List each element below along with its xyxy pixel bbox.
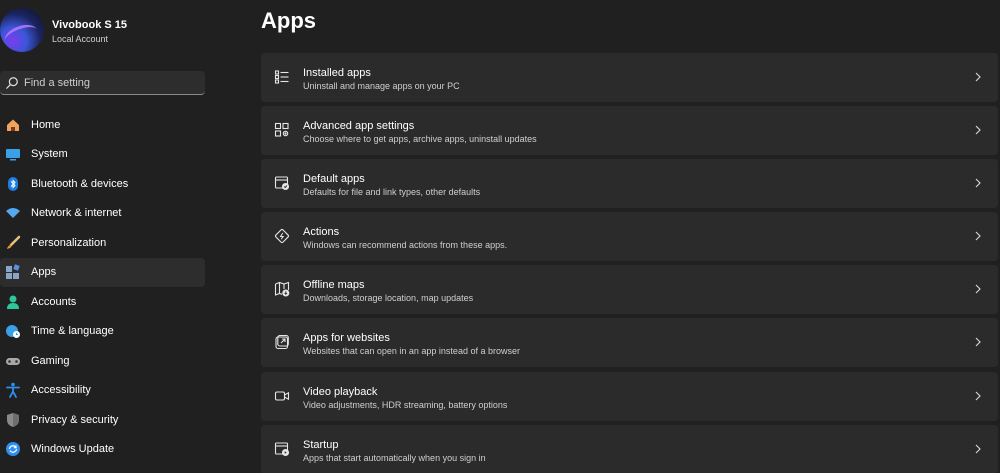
shield-icon — [5, 412, 21, 428]
profile-account-type: Local Account — [52, 34, 109, 44]
card-description: Video adjustments, HDR streaming, batter… — [303, 399, 508, 410]
chevron-right-icon — [975, 284, 981, 294]
card-description: Websites that can open in an app instead… — [303, 346, 520, 357]
sidebar-item-label: Bluetooth & devices — [31, 177, 129, 190]
card-description: Defaults for file and link types, other … — [303, 187, 481, 198]
sidebar-item-bluetooth[interactable]: Bluetooth & devices — [0, 169, 205, 199]
home-icon — [5, 117, 21, 133]
sidebar-item-system[interactable]: System — [0, 140, 205, 170]
sidebar-item-label: Personalization — [31, 236, 107, 249]
actions-icon — [275, 229, 289, 244]
person-icon — [5, 294, 21, 310]
chevron-right-icon — [975, 72, 981, 82]
startup-icon — [274, 442, 290, 456]
sidebar-item-label: Home — [31, 118, 61, 131]
card-title: Offline maps — [303, 279, 365, 292]
card-title: Advanced app settings — [303, 120, 415, 133]
search-icon — [6, 77, 18, 89]
page-title: Apps — [261, 8, 316, 33]
chevron-right-icon — [975, 391, 981, 400]
sidebar-item-network[interactable]: Network & internet — [0, 199, 205, 229]
sidebar-item-windows-update[interactable]: Windows Update — [0, 435, 205, 465]
sidebar-item-label: Gaming — [31, 354, 70, 367]
card-default-apps[interactable]: Default apps Defaults for file and link … — [261, 159, 998, 209]
chevron-right-icon — [975, 231, 981, 241]
card-description: Uninstall and manage apps on your PC — [303, 81, 460, 91]
card-startup[interactable]: Startup Apps that start automatically wh… — [261, 424, 998, 473]
chevron-right-icon — [975, 125, 981, 135]
profile[interactable]: Vivobook S 15 Local Account — [0, 8, 210, 54]
apps-settings-icon — [274, 123, 289, 137]
settings-card-list: Installed apps Uninstall and manage apps… — [261, 53, 998, 473]
list-icon — [274, 70, 289, 84]
card-title: Default apps — [303, 173, 365, 186]
sidebar-item-label: Apps — [31, 266, 57, 279]
sidebar-item-apps[interactable]: Apps — [0, 257, 205, 287]
card-title: Actions — [303, 226, 340, 239]
default-app-icon — [274, 176, 290, 191]
card-description: Choose where to get apps, archive apps, … — [303, 134, 537, 145]
sidebar-item-accessibility[interactable]: Accessibility — [0, 376, 205, 406]
avatar[interactable] — [0, 8, 44, 52]
bluetooth-icon — [5, 176, 21, 192]
sidebar: Vivobook S 15 Local Account Home System … — [0, 0, 210, 473]
sidebar-item-privacy[interactable]: Privacy & security — [0, 405, 205, 435]
sidebar-item-gaming[interactable]: Gaming — [0, 346, 205, 376]
card-offline-maps[interactable]: Offline maps Downloads, storage location… — [261, 265, 998, 315]
sidebar-item-label: Accessibility — [31, 384, 91, 397]
search-input[interactable] — [24, 74, 199, 92]
sidebar-item-accounts[interactable]: Accounts — [0, 287, 205, 317]
monitor-icon — [5, 146, 21, 162]
brush-icon — [5, 235, 21, 251]
card-video-playback[interactable]: Video playback Video adjustments, HDR st… — [261, 371, 998, 421]
card-actions[interactable]: Actions Windows can recommend actions fr… — [261, 212, 998, 262]
search-box[interactable] — [0, 71, 205, 95]
sidebar-item-label: Privacy & security — [31, 413, 119, 426]
card-installed-apps[interactable]: Installed apps Uninstall and manage apps… — [261, 53, 998, 102]
sidebar-item-label: Accounts — [31, 295, 77, 308]
gamepad-icon — [5, 353, 21, 369]
map-icon — [274, 282, 290, 297]
profile-name: Vivobook S 15 — [52, 19, 127, 31]
open-link-icon — [275, 335, 289, 350]
card-title: Apps for websites — [303, 332, 390, 345]
card-title: Startup — [303, 438, 339, 451]
update-icon — [5, 441, 21, 457]
sidebar-item-label: Network & internet — [31, 207, 122, 220]
sidebar-item-personalization[interactable]: Personalization — [0, 228, 205, 258]
chevron-right-icon — [975, 178, 981, 188]
card-advanced-app-settings[interactable]: Advanced app settings Choose where to ge… — [261, 106, 998, 156]
chevron-right-icon — [975, 444, 981, 454]
card-title: Installed apps — [303, 67, 371, 79]
sidebar-item-time-language[interactable]: Time & language — [0, 317, 205, 347]
sidebar-item-label: Windows Update — [31, 443, 115, 456]
card-description: Windows can recommend actions from these… — [303, 240, 508, 251]
sidebar-item-home[interactable]: Home — [0, 110, 205, 140]
card-apps-for-websites[interactable]: Apps for websites Websites that can open… — [261, 318, 998, 368]
video-icon — [274, 391, 290, 401]
card-title: Video playback — [303, 385, 378, 398]
wifi-icon — [5, 205, 21, 221]
nav-list: Home System Bluetooth & devices Network … — [0, 110, 205, 464]
globe-clock-icon — [5, 323, 21, 339]
chevron-right-icon — [975, 338, 981, 347]
apps-icon — [5, 264, 21, 280]
sidebar-item-label: System — [31, 148, 68, 161]
card-description: Downloads, storage location, map updates — [303, 293, 474, 304]
sidebar-item-label: Time & language — [31, 325, 114, 338]
card-description: Apps that start automatically when you s… — [303, 452, 486, 463]
accessibility-icon — [5, 382, 21, 399]
